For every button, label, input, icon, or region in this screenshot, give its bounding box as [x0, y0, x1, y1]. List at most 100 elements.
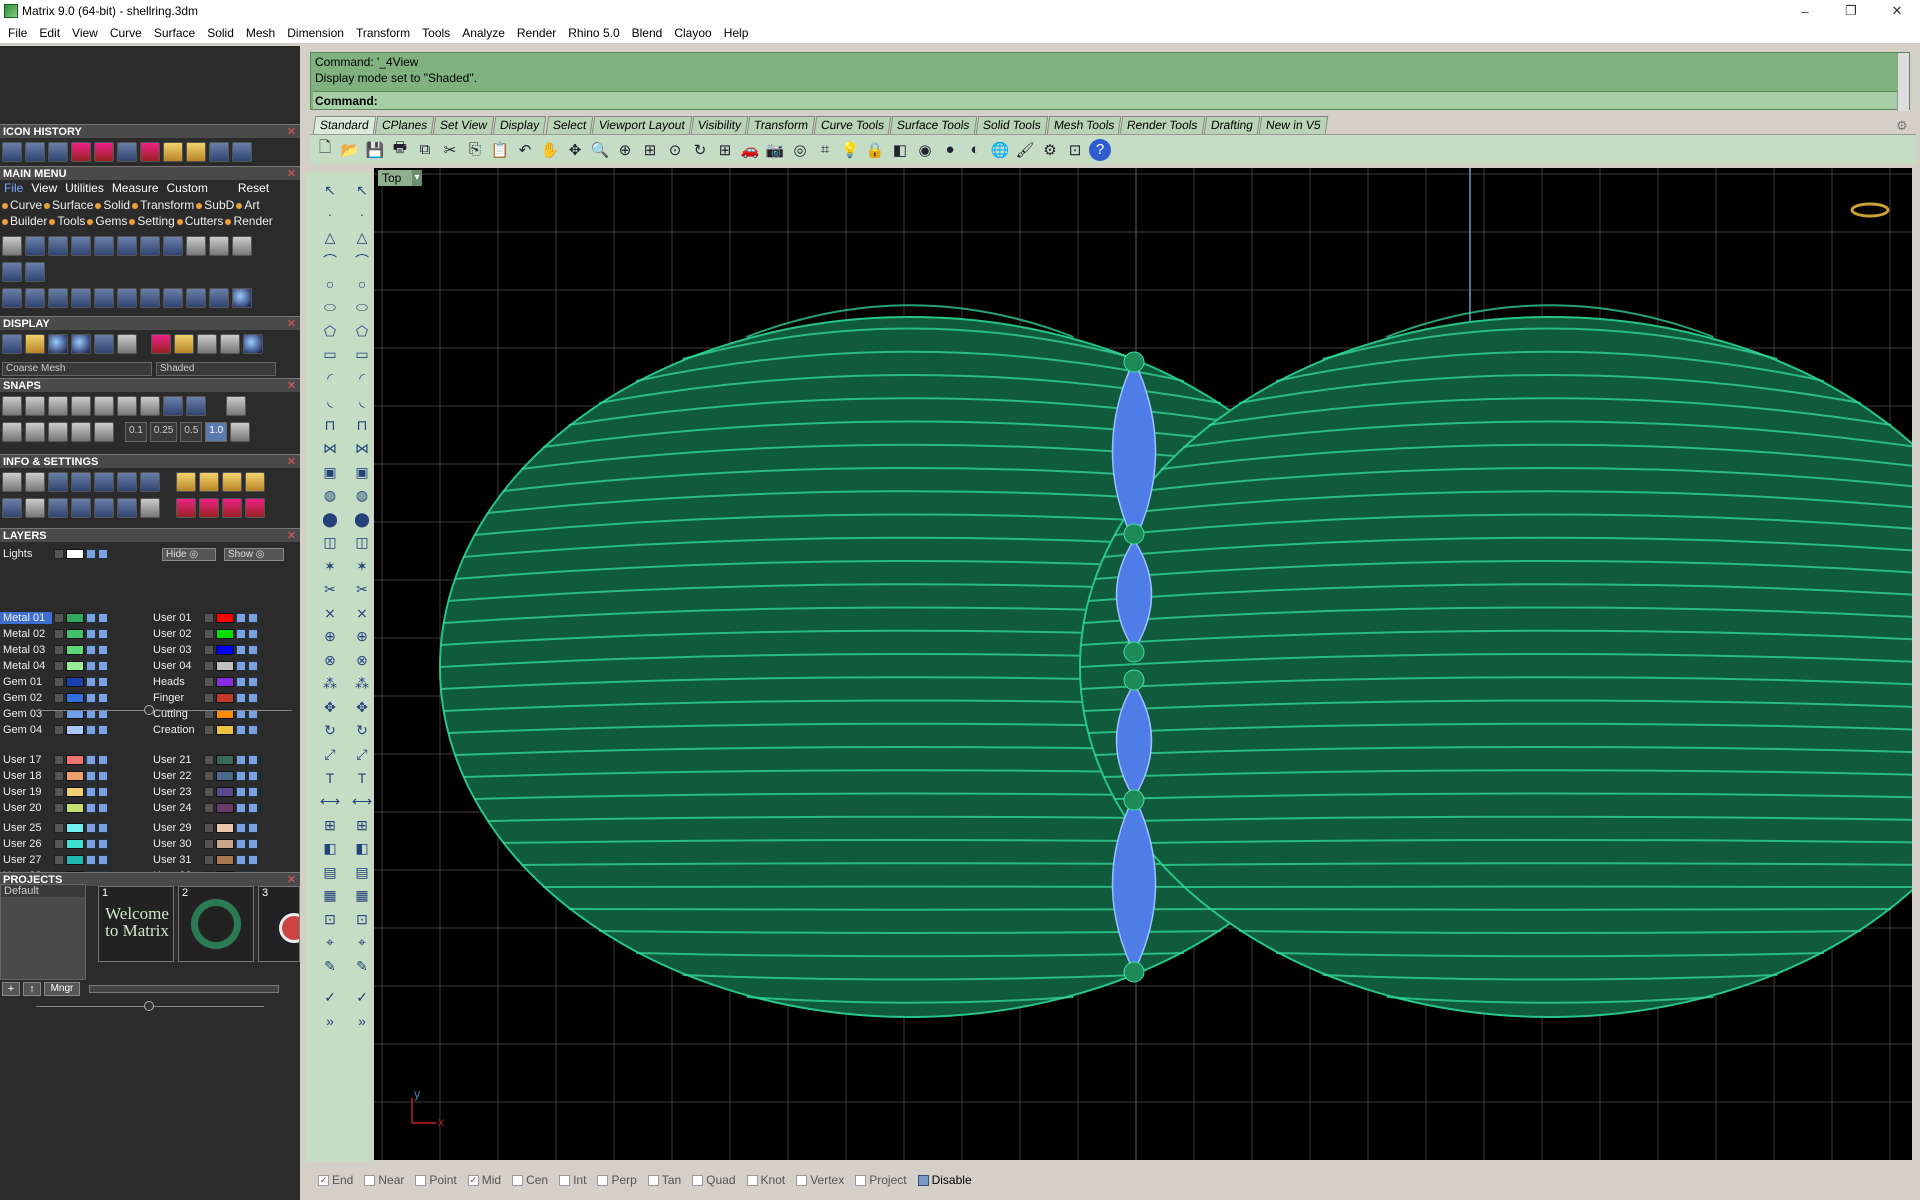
array-icon[interactable]: ⁂: [350, 672, 374, 696]
back-icon[interactable]: [209, 142, 229, 162]
rail-icon[interactable]: [186, 142, 206, 162]
circle-icon[interactable]: ○: [318, 272, 342, 296]
layer-color[interactable]: [66, 771, 84, 781]
layer-row[interactable]: User 21: [150, 753, 258, 767]
osnap-project[interactable]: Project: [855, 1173, 907, 1187]
layer-color[interactable]: [66, 855, 84, 865]
target-icon[interactable]: ◎: [789, 139, 811, 161]
layer-lock[interactable]: [86, 549, 96, 559]
layer-row[interactable]: User 01: [150, 611, 258, 625]
edit-icon[interactable]: ✎: [318, 954, 342, 978]
scale-icon[interactable]: ⤢: [350, 742, 374, 766]
layer-lock[interactable]: [86, 693, 96, 703]
new-icon[interactable]: 🗋: [314, 139, 336, 161]
ring-icon[interactable]: [94, 142, 114, 162]
layer-lock[interactable]: [86, 803, 96, 813]
layer-arrow[interactable]: [54, 549, 64, 559]
menu-tools[interactable]: Tools: [416, 26, 456, 40]
xray-icon[interactable]: [94, 334, 114, 354]
close-icon[interactable]: ✕: [287, 167, 296, 181]
main-menu-art[interactable]: Art: [236, 198, 259, 212]
export-icon[interactable]: [71, 236, 91, 256]
snap-int-icon[interactable]: [117, 396, 137, 416]
undo-icon[interactable]: ↶: [514, 139, 536, 161]
layer-color[interactable]: [216, 629, 234, 639]
silver-material-icon[interactable]: [197, 334, 217, 354]
close-icon[interactable]: ✕: [287, 873, 296, 887]
layer-arrow[interactable]: [204, 803, 214, 813]
layer-lock[interactable]: [236, 693, 246, 703]
checkbox[interactable]: [512, 1174, 524, 1186]
box-icon[interactable]: ▣: [350, 460, 374, 484]
check-icon[interactable]: ✓: [318, 986, 342, 1010]
curve-tool-icon[interactable]: [25, 288, 45, 308]
hide-all-button[interactable]: Hide ◎: [162, 548, 216, 561]
layer-arrow[interactable]: [54, 645, 64, 655]
technical-icon[interactable]: [117, 334, 137, 354]
layer-color[interactable]: [66, 629, 84, 639]
layer-color[interactable]: [66, 839, 84, 849]
layer-visible[interactable]: [248, 629, 258, 639]
layer-color[interactable]: [216, 677, 234, 687]
checkbox[interactable]: [597, 1174, 609, 1186]
layer-lock[interactable]: [236, 725, 246, 735]
snap-point-icon[interactable]: [48, 396, 68, 416]
main-menu-tools[interactable]: Tools: [49, 214, 85, 228]
layer-arrow[interactable]: [204, 629, 214, 639]
snap-quad-icon[interactable]: [186, 396, 206, 416]
layer-arrow[interactable]: [54, 725, 64, 735]
point-icon[interactable]: ·: [350, 202, 374, 226]
layout-icon[interactable]: [2, 498, 22, 518]
layer-lock[interactable]: [236, 839, 246, 849]
layer-visible[interactable]: [248, 725, 258, 735]
check-icon[interactable]: ✓: [350, 986, 374, 1010]
snap-cen-icon[interactable]: [94, 396, 114, 416]
menu-rhino5[interactable]: Rhino 5.0: [562, 26, 625, 40]
close-icon[interactable]: ✕: [287, 529, 296, 543]
layer-row[interactable]: User 23: [150, 785, 258, 799]
checkbox[interactable]: [692, 1174, 704, 1186]
four-view-icon[interactable]: ⊞: [714, 139, 736, 161]
command-input[interactable]: Command:: [313, 91, 1898, 109]
rendered-icon[interactable]: [71, 334, 91, 354]
loft-icon[interactable]: ⋈: [350, 437, 374, 461]
menu-view[interactable]: View: [66, 26, 104, 40]
layer-visible[interactable]: [98, 787, 108, 797]
osnap-near[interactable]: Near: [364, 1173, 404, 1187]
circle-icon[interactable]: [232, 288, 252, 308]
tab-set-view[interactable]: Set View: [432, 116, 495, 134]
forward-icon[interactable]: [232, 142, 252, 162]
channel-icon[interactable]: [245, 498, 265, 518]
cylinder-icon[interactable]: ⬤: [318, 507, 342, 531]
settings-icon[interactable]: ⚙: [1039, 139, 1061, 161]
layer-color[interactable]: [66, 755, 84, 765]
layer-lock[interactable]: [86, 855, 96, 865]
gumball-icon[interactable]: [71, 422, 91, 442]
help-icon[interactable]: ?: [1089, 138, 1111, 161]
layer-row[interactable]: User 26: [0, 837, 108, 851]
tab-select[interactable]: Select: [545, 116, 594, 134]
array-icon[interactable]: ⁂: [318, 672, 342, 696]
layer-row[interactable]: User 18: [0, 769, 108, 783]
wireframe-icon[interactable]: [2, 334, 22, 354]
checkbox[interactable]: [855, 1174, 867, 1186]
sphere-icon[interactable]: ◍: [318, 484, 342, 508]
layer-color[interactable]: [216, 839, 234, 849]
layer-row[interactable]: Gem 02: [0, 691, 108, 705]
layer-lock[interactable]: [236, 677, 246, 687]
mesh-icon[interactable]: ▦: [318, 884, 342, 908]
copy-doc-icon[interactable]: ⧉: [414, 139, 436, 161]
main-menu-solid[interactable]: Solid: [95, 198, 130, 212]
main-menu-render[interactable]: Render: [225, 214, 272, 228]
text-icon[interactable]: T: [318, 766, 342, 790]
table-icon[interactable]: [140, 498, 160, 518]
main-menu-file[interactable]: File: [4, 181, 23, 195]
project-thumb-3[interactable]: 3: [258, 886, 300, 962]
layer-color[interactable]: [216, 803, 234, 813]
gold-material-icon[interactable]: [174, 334, 194, 354]
layer-visible[interactable]: [98, 855, 108, 865]
gem-tool-icon[interactable]: ✶: [350, 554, 374, 578]
layer-lock[interactable]: [86, 755, 96, 765]
layer-visible[interactable]: [98, 677, 108, 687]
polyline-icon[interactable]: △: [350, 225, 374, 249]
